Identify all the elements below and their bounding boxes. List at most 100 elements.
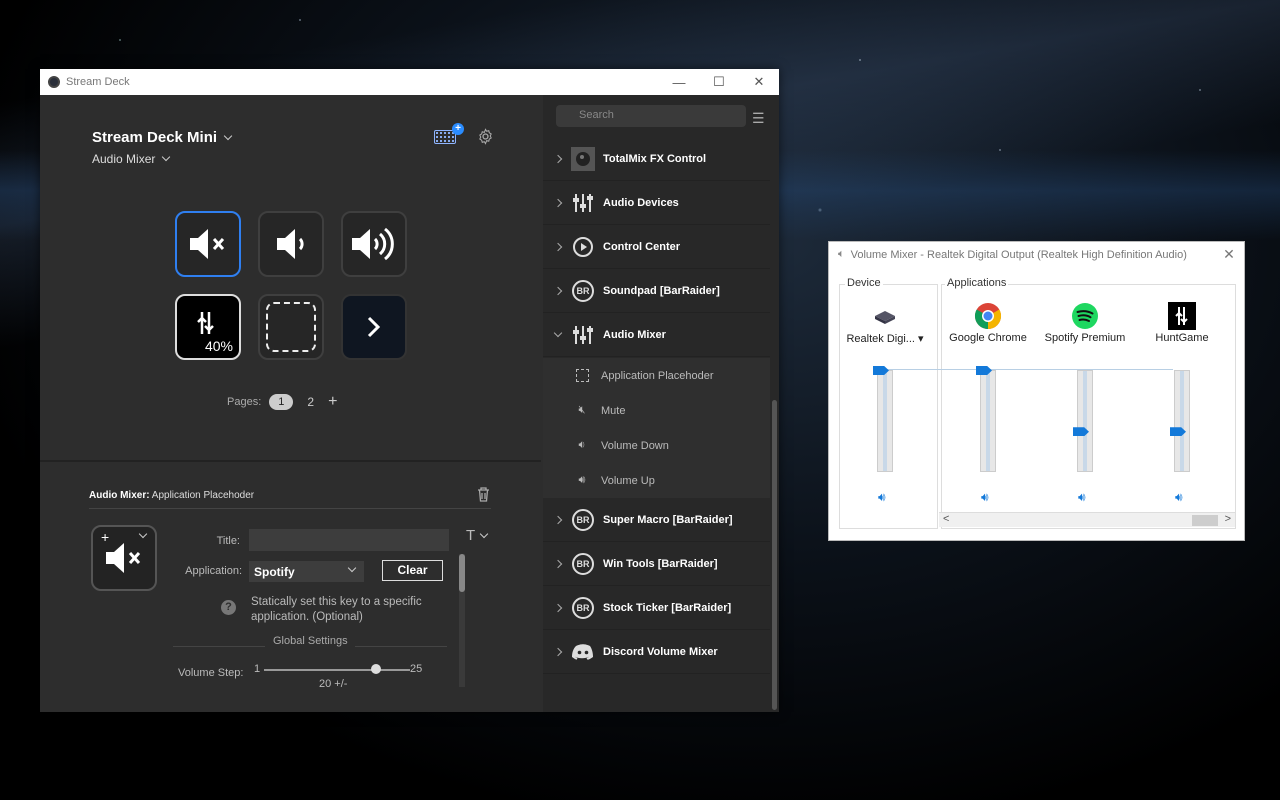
barraider-badge: BR xyxy=(572,596,594,619)
scrollbar-thumb[interactable] xyxy=(1192,515,1218,526)
channel-chrome: Google Chrome 🔊︎ xyxy=(940,297,1036,528)
category-audio-devices[interactable]: Audio Devices xyxy=(543,181,770,225)
search-input[interactable]: Search xyxy=(556,105,746,127)
applications-scrollbar[interactable]: < > xyxy=(939,512,1235,527)
titlebar: Stream Deck — ☐ ✕ xyxy=(40,69,779,95)
chevron-down-icon xyxy=(347,563,357,573)
category-discord-volume-mixer[interactable]: Discord Volume Mixer xyxy=(543,630,770,674)
plus-icon[interactable]: + xyxy=(101,529,109,545)
profile-selector[interactable]: Audio Mixer xyxy=(92,152,171,166)
chevron-right-icon xyxy=(553,286,563,295)
property-key-preview[interactable]: + xyxy=(91,525,157,591)
action-label: Mute xyxy=(601,404,626,417)
action-mute[interactable]: 🔇︎ Mute xyxy=(543,393,770,428)
title-input[interactable] xyxy=(249,529,449,551)
add-page-button[interactable]: + xyxy=(328,393,337,411)
chevron-down-icon xyxy=(223,131,233,140)
category-soundpad[interactable]: BR Soundpad [BarRaider] xyxy=(543,269,770,313)
scroll-right-button[interactable]: > xyxy=(1225,513,1231,525)
huntgame-icon xyxy=(197,312,214,334)
title-label: Title: xyxy=(216,535,240,547)
spotify-icon xyxy=(1072,303,1098,329)
mute-icon: 🔇︎ xyxy=(578,404,586,416)
clear-button[interactable]: Clear xyxy=(382,560,443,581)
title-format-button[interactable]: T xyxy=(466,527,489,544)
device-selector[interactable]: Stream Deck Mini xyxy=(92,129,233,146)
key-mute[interactable] xyxy=(175,211,241,277)
list-view-icon[interactable]: ☰ xyxy=(752,110,765,127)
scroll-left-button[interactable]: < xyxy=(943,513,949,525)
action-application-placeholder[interactable]: Application Placehoder xyxy=(543,358,770,393)
volume-slider[interactable] xyxy=(1174,370,1190,472)
device-group-label: Device xyxy=(845,277,883,289)
chevron-right-icon xyxy=(553,603,563,612)
category-label: TotalMix FX Control xyxy=(603,152,707,165)
slider-max-label: 25 xyxy=(410,663,423,675)
volume-slider[interactable] xyxy=(980,370,996,472)
application-select[interactable]: Spotify xyxy=(249,561,364,582)
barraider-badge: BR xyxy=(572,279,594,302)
action-volume-down[interactable]: 🔉︎ Volume Down xyxy=(543,428,770,463)
gear-icon[interactable] xyxy=(477,128,494,145)
property-header-name: Application Placehoder xyxy=(149,490,255,501)
mute-toggle-icon[interactable]: 🔊︎ xyxy=(1175,490,1183,505)
plus-badge-icon: + xyxy=(452,123,464,135)
close-button[interactable]: ✕ xyxy=(739,69,779,95)
category-win-tools[interactable]: BR Win Tools [BarRaider] xyxy=(543,542,770,586)
close-button[interactable]: ✕ xyxy=(1214,246,1244,263)
totalmix-icon xyxy=(571,146,595,171)
action-volume-up[interactable]: 🔊︎ Volume Up xyxy=(543,463,770,498)
chevron-right-icon xyxy=(553,559,563,568)
applications-group-label: Applications xyxy=(945,277,1009,289)
text-format-icon: T xyxy=(466,527,476,544)
mute-toggle-icon[interactable]: 🔊︎ xyxy=(981,490,989,505)
mute-toggle-icon[interactable]: 🔊︎ xyxy=(878,490,886,505)
volume-up-icon xyxy=(352,227,394,261)
property-scrollbar[interactable] xyxy=(459,554,465,687)
key-application-placeholder[interactable] xyxy=(258,294,324,360)
application-label: Application: xyxy=(185,565,242,577)
global-settings-divider xyxy=(173,646,265,647)
key-next-page[interactable] xyxy=(341,294,407,360)
channel-realtek: Realtek Digi... ▾ 🔊︎ xyxy=(837,297,933,528)
key-volume-up[interactable] xyxy=(341,211,407,277)
category-super-macro[interactable]: BR Super Macro [BarRaider] xyxy=(543,498,770,542)
page-1-button[interactable]: 1 xyxy=(269,394,294,410)
property-divider xyxy=(89,508,491,509)
chevron-right-icon xyxy=(553,242,563,251)
application-select-value: Spotify xyxy=(254,565,295,579)
slider-value-label: 20 +/- xyxy=(319,678,348,690)
chevron-right-icon xyxy=(553,154,563,163)
volume-slider[interactable] xyxy=(877,370,893,472)
chevron-right-icon xyxy=(553,647,563,656)
category-audio-mixer[interactable]: Audio Mixer xyxy=(543,313,770,357)
category-totalmix[interactable]: TotalMix FX Control xyxy=(543,137,770,181)
profile-name-label: Audio Mixer xyxy=(92,152,156,166)
volume-slider[interactable] xyxy=(1077,370,1093,472)
key-huntgame[interactable]: 40% xyxy=(175,294,241,360)
volume-step-slider-thumb[interactable] xyxy=(371,664,381,674)
channel-name: HuntGame xyxy=(1155,332,1209,344)
category-stock-ticker[interactable]: BR Stock Ticker [BarRaider] xyxy=(543,586,770,630)
canvas-panel: Stream Deck Mini Audio Mixer + 40% Pages… xyxy=(40,95,541,712)
trash-icon[interactable] xyxy=(477,487,490,502)
property-header-action: Audio Mixer: xyxy=(89,490,150,501)
page-2-button[interactable]: 2 xyxy=(301,395,320,409)
actions-scrollbar[interactable] xyxy=(772,400,777,710)
action-label: Application Placehoder xyxy=(601,369,714,382)
chevron-down-icon xyxy=(162,152,171,162)
maximize-button[interactable]: ☐ xyxy=(699,69,739,95)
minimize-button[interactable]: — xyxy=(659,69,699,95)
key-volume-down[interactable] xyxy=(258,211,324,277)
channel-name: Spotify Premium xyxy=(1044,332,1126,344)
placeholder-icon xyxy=(574,369,590,382)
device-area: Stream Deck Mini Audio Mixer + 40% Pages… xyxy=(40,95,541,462)
volume-step-slider[interactable] xyxy=(264,669,410,671)
control-center-icon xyxy=(571,235,595,259)
channel-name-button[interactable]: Realtek Digi... ▾ xyxy=(837,332,933,345)
category-control-center[interactable]: Control Center xyxy=(543,225,770,269)
mute-toggle-icon[interactable]: 🔊︎ xyxy=(1078,490,1086,505)
scrollbar-thumb[interactable] xyxy=(459,554,465,592)
category-label: Control Center xyxy=(603,240,680,253)
chevron-down-icon[interactable] xyxy=(138,529,148,539)
